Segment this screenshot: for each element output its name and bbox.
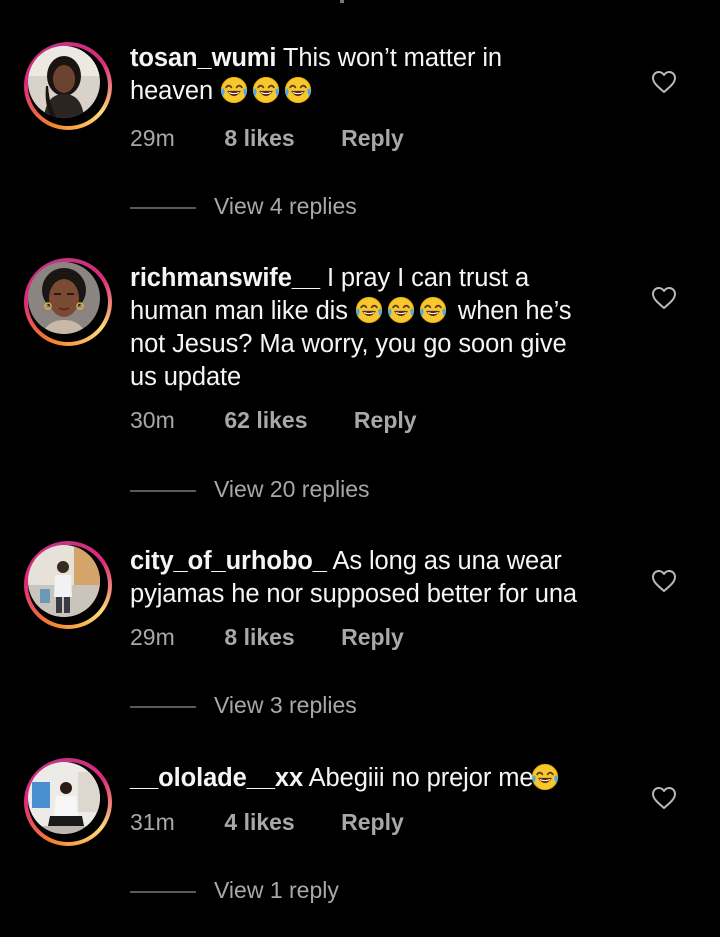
avatar[interactable] bbox=[28, 262, 100, 334]
likes-count[interactable]: 62 likes bbox=[224, 407, 307, 434]
view-replies-label[interactable]: View 4 replies bbox=[214, 193, 357, 220]
view-replies-label[interactable]: View 20 replies bbox=[214, 476, 370, 503]
comment-body: Abegiii no prejor me bbox=[308, 764, 534, 792]
avatar-story-ring[interactable] bbox=[24, 258, 112, 346]
replies-divider bbox=[130, 490, 196, 492]
avatar[interactable] bbox=[28, 545, 100, 617]
avatar-story-ring[interactable] bbox=[24, 42, 112, 130]
avatar-story-ring[interactable] bbox=[24, 758, 112, 846]
likes-count[interactable]: 8 likes bbox=[224, 624, 294, 651]
comment-body: This won’t matter in bbox=[282, 44, 502, 72]
comment-text: city_of_urhobo_ As long as una wear pyja… bbox=[130, 545, 630, 611]
replies-divider bbox=[130, 706, 196, 708]
laughing-emoji-icon bbox=[220, 76, 248, 104]
like-heart-icon[interactable] bbox=[651, 286, 677, 310]
comment-meta: 29m 8 likes Reply bbox=[130, 125, 404, 152]
comment-body: not Jesus? Ma worry, you go soon give bbox=[130, 330, 567, 358]
comment-username[interactable]: tosan_wumi bbox=[130, 44, 276, 72]
reply-button[interactable]: Reply bbox=[341, 125, 404, 152]
reply-button[interactable]: Reply bbox=[354, 407, 417, 434]
comment-username[interactable]: __ololade__xx bbox=[130, 764, 303, 792]
comment-body: us update bbox=[130, 363, 242, 391]
reply-button[interactable]: Reply bbox=[341, 624, 404, 651]
comment-meta: 31m 4 likes Reply bbox=[130, 809, 404, 836]
replies-divider bbox=[130, 891, 196, 893]
like-heart-icon[interactable] bbox=[651, 786, 677, 810]
avatar[interactable] bbox=[28, 762, 100, 834]
comment-body: I pray I can trust a bbox=[326, 264, 530, 292]
scroll-indicator bbox=[340, 0, 344, 3]
comment-body: heaven bbox=[130, 77, 214, 105]
comment-body: when he’s bbox=[457, 297, 572, 325]
like-heart-icon[interactable] bbox=[651, 70, 677, 94]
comment-meta: 30m 62 likes Reply bbox=[130, 407, 417, 434]
comment-text: richmanswife__ I pray I can trust a huma… bbox=[130, 262, 630, 394]
laughing-emoji-icon bbox=[419, 296, 447, 324]
comment-username[interactable]: richmanswife__ bbox=[130, 264, 320, 292]
reply-button[interactable]: Reply bbox=[341, 809, 404, 836]
comment-body: As long as una wear bbox=[332, 547, 562, 575]
laughing-emoji-icon bbox=[387, 296, 415, 324]
likes-count[interactable]: 4 likes bbox=[224, 809, 294, 836]
view-replies-label[interactable]: View 1 reply bbox=[214, 877, 339, 904]
replies-divider bbox=[130, 207, 196, 209]
comment-body: human man like dis bbox=[130, 297, 348, 325]
likes-count[interactable]: 8 likes bbox=[224, 125, 294, 152]
avatar-story-ring[interactable] bbox=[24, 541, 112, 629]
comment-meta: 29m 8 likes Reply bbox=[130, 624, 404, 651]
laughing-emoji-icon bbox=[355, 296, 383, 324]
laughing-emoji-icon bbox=[531, 763, 559, 791]
like-heart-icon[interactable] bbox=[651, 569, 677, 593]
comment-time: 29m bbox=[130, 624, 175, 650]
comment-username[interactable]: city_of_urhobo_ bbox=[130, 547, 327, 575]
comment-text: tosan_wumi This won’t matter in heaven bbox=[130, 42, 630, 108]
laughing-emoji-icon bbox=[252, 76, 280, 104]
view-replies-label[interactable]: View 3 replies bbox=[214, 692, 357, 719]
laughing-emoji-icon bbox=[284, 76, 312, 104]
comment-body: pyjamas he nor supposed better for una bbox=[130, 580, 577, 608]
comment-time: 30m bbox=[130, 407, 175, 433]
comments-feed: tosan_wumi This won’t matter in heaven 2… bbox=[0, 0, 720, 937]
comment-time: 29m bbox=[130, 125, 175, 151]
avatar[interactable] bbox=[28, 46, 100, 118]
comment-text: __ololade__xx Abegiii no prejor me bbox=[130, 762, 630, 795]
comment-time: 31m bbox=[130, 809, 175, 835]
